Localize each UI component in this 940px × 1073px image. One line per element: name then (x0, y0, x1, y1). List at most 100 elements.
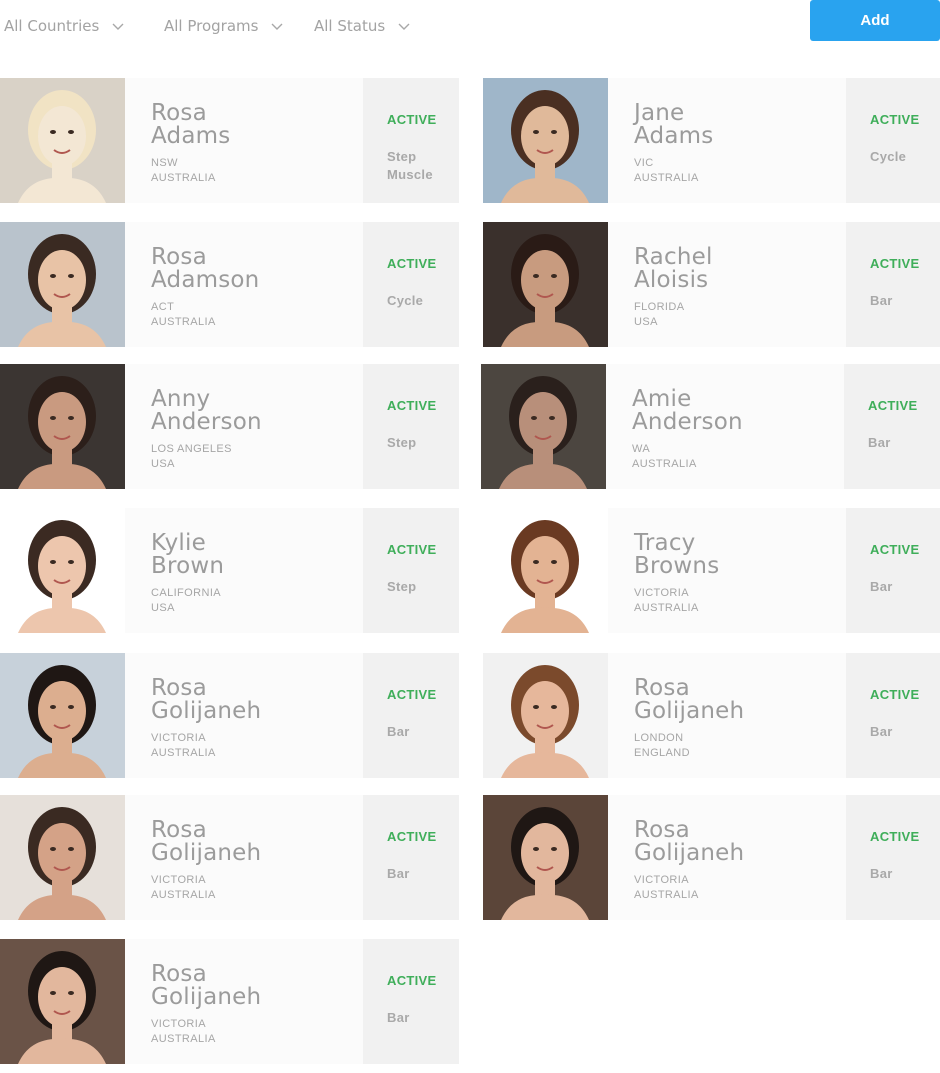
status-badge: ACTIVE (868, 398, 918, 413)
portrait-image (0, 939, 125, 1064)
add-button[interactable]: Add (810, 0, 940, 41)
member-region: Victoria (151, 732, 206, 744)
member-info: Rosa Golijaneh Victoria Australia (608, 795, 846, 920)
member-region: NSW (151, 157, 178, 169)
member-info: Jane Adams VIC Australia (608, 78, 846, 203)
member-photo (0, 222, 125, 347)
program-label: Cycle (387, 293, 424, 308)
member-card[interactable]: Amie Anderson WA Australia ACTIVE Bar (481, 364, 940, 489)
member-country: Australia (151, 316, 216, 328)
member-info: Amie Anderson WA Australia (606, 364, 844, 489)
member-programs: Bar (387, 723, 410, 741)
member-card[interactable]: Anny Anderson Los Angeles USA ACTIVE Ste… (0, 364, 459, 489)
program-label: Bar (870, 293, 893, 308)
member-status-panel: ACTIVE Bar (846, 653, 940, 778)
portrait-image (0, 78, 125, 203)
status-badge: ACTIVE (870, 542, 920, 557)
member-card[interactable]: Jane Adams VIC Australia ACTIVE Cycle (483, 78, 940, 203)
member-info: Tracy Browns Victoria Australia (608, 508, 846, 633)
member-card[interactable]: Rosa Golijaneh London England ACTIVE Bar (483, 653, 940, 778)
member-last-name: Golijaneh (634, 840, 745, 866)
member-last-name: Aloisis (634, 267, 709, 293)
member-card[interactable]: Rosa Golijaneh Victoria Australia ACTIVE… (0, 795, 459, 920)
member-status-panel: ACTIVE Bar (846, 795, 940, 920)
member-status-panel: ACTIVE Bar (363, 939, 459, 1064)
member-photo (0, 78, 125, 203)
member-photo (481, 364, 606, 489)
status-badge: ACTIVE (870, 687, 920, 702)
member-region: Victoria (151, 874, 206, 886)
member-card[interactable]: Kylie Brown California USA ACTIVE Step (0, 508, 459, 633)
member-programs: Cycle (387, 292, 423, 310)
member-status-panel: ACTIVE Cycle (363, 222, 459, 347)
status-badge: ACTIVE (870, 256, 920, 271)
member-status-panel: ACTIVE Bar (846, 508, 940, 633)
member-card[interactable]: Rosa Adamson ACT Australia ACTIVE Cycle (0, 222, 459, 347)
member-photo (483, 795, 608, 920)
program-label: Bar (387, 1010, 410, 1025)
program-label: Step (387, 579, 417, 594)
member-info: Rosa Golijaneh London England (608, 653, 846, 778)
member-photo (0, 364, 125, 489)
portrait-image (483, 653, 608, 778)
member-info: Anny Anderson Los Angeles USA (125, 364, 363, 489)
member-card[interactable]: Rosa Golijaneh Victoria Australia ACTIVE… (0, 939, 459, 1064)
member-programs: Bar (870, 292, 893, 310)
country-filter-dropdown[interactable]: All Countries (4, 14, 125, 38)
member-programs: Bar (870, 578, 893, 596)
program-label: Bar (870, 724, 893, 739)
member-photo (483, 222, 608, 347)
member-last-name: Anderson (632, 409, 743, 435)
member-country: USA (151, 602, 175, 614)
member-region: Los Angeles (151, 443, 232, 455)
status-badge: ACTIVE (870, 829, 920, 844)
member-last-name: Brown (151, 553, 225, 579)
member-info: Rosa Adamson ACT Australia (125, 222, 363, 347)
portrait-image (0, 508, 125, 633)
status-filter-dropdown[interactable]: All Status (314, 14, 411, 38)
member-card[interactable]: Rosa Adams NSW Australia ACTIVE Step Musc… (0, 78, 459, 203)
member-photo (0, 939, 125, 1064)
member-photo (483, 78, 608, 203)
program-filter-dropdown[interactable]: All Programs (164, 14, 284, 38)
member-programs: Bar (387, 1009, 410, 1027)
portrait-image (0, 364, 125, 489)
chevron-down-icon (271, 23, 283, 30)
country-filter-label: All Countries (4, 17, 100, 35)
member-card[interactable]: Rosa Golijaneh Victoria Australia ACTIVE… (483, 795, 940, 920)
member-card[interactable]: Tracy Browns Victoria Australia ACTIVE B… (483, 508, 940, 633)
member-programs: Step (387, 578, 416, 596)
member-status-panel: ACTIVE Bar (846, 222, 940, 347)
portrait-image (0, 222, 125, 347)
portrait-image (483, 222, 608, 347)
portrait-image (0, 795, 125, 920)
member-region: Victoria (634, 874, 689, 886)
portrait-image (481, 364, 606, 489)
member-programs: Bar (870, 723, 893, 741)
member-last-name: Golijaneh (151, 984, 262, 1010)
member-country: Australia (151, 889, 216, 901)
member-photo (0, 653, 125, 778)
member-last-name: Adams (634, 123, 714, 149)
portrait-image (483, 508, 608, 633)
member-last-name: Golijaneh (151, 698, 262, 724)
member-last-name: Golijaneh (634, 698, 745, 724)
member-info: Rachel Aloisis Florida USA (608, 222, 846, 347)
member-country: Australia (634, 602, 699, 614)
program-label: Muscle (387, 167, 433, 182)
member-programs: Cycle (870, 148, 906, 166)
member-region: Victoria (151, 1018, 206, 1030)
program-label: Cycle (870, 149, 907, 164)
program-label: Step (387, 435, 417, 450)
member-last-name: Golijaneh (151, 840, 262, 866)
member-country: Australia (634, 889, 699, 901)
member-card[interactable]: Rosa Golijaneh Victoria Australia ACTIVE… (0, 653, 459, 778)
member-country: USA (634, 316, 658, 328)
member-status-panel: ACTIVE Cycle (846, 78, 940, 203)
member-last-name: Browns (634, 553, 720, 579)
member-region: London (634, 732, 684, 744)
chevron-down-icon (398, 23, 410, 30)
member-card[interactable]: Rachel Aloisis Florida USA ACTIVE Bar (483, 222, 940, 347)
filter-toolbar: All Countries All Programs All Status Ad… (0, 0, 940, 50)
member-info: Rosa Golijaneh Victoria Australia (125, 653, 363, 778)
